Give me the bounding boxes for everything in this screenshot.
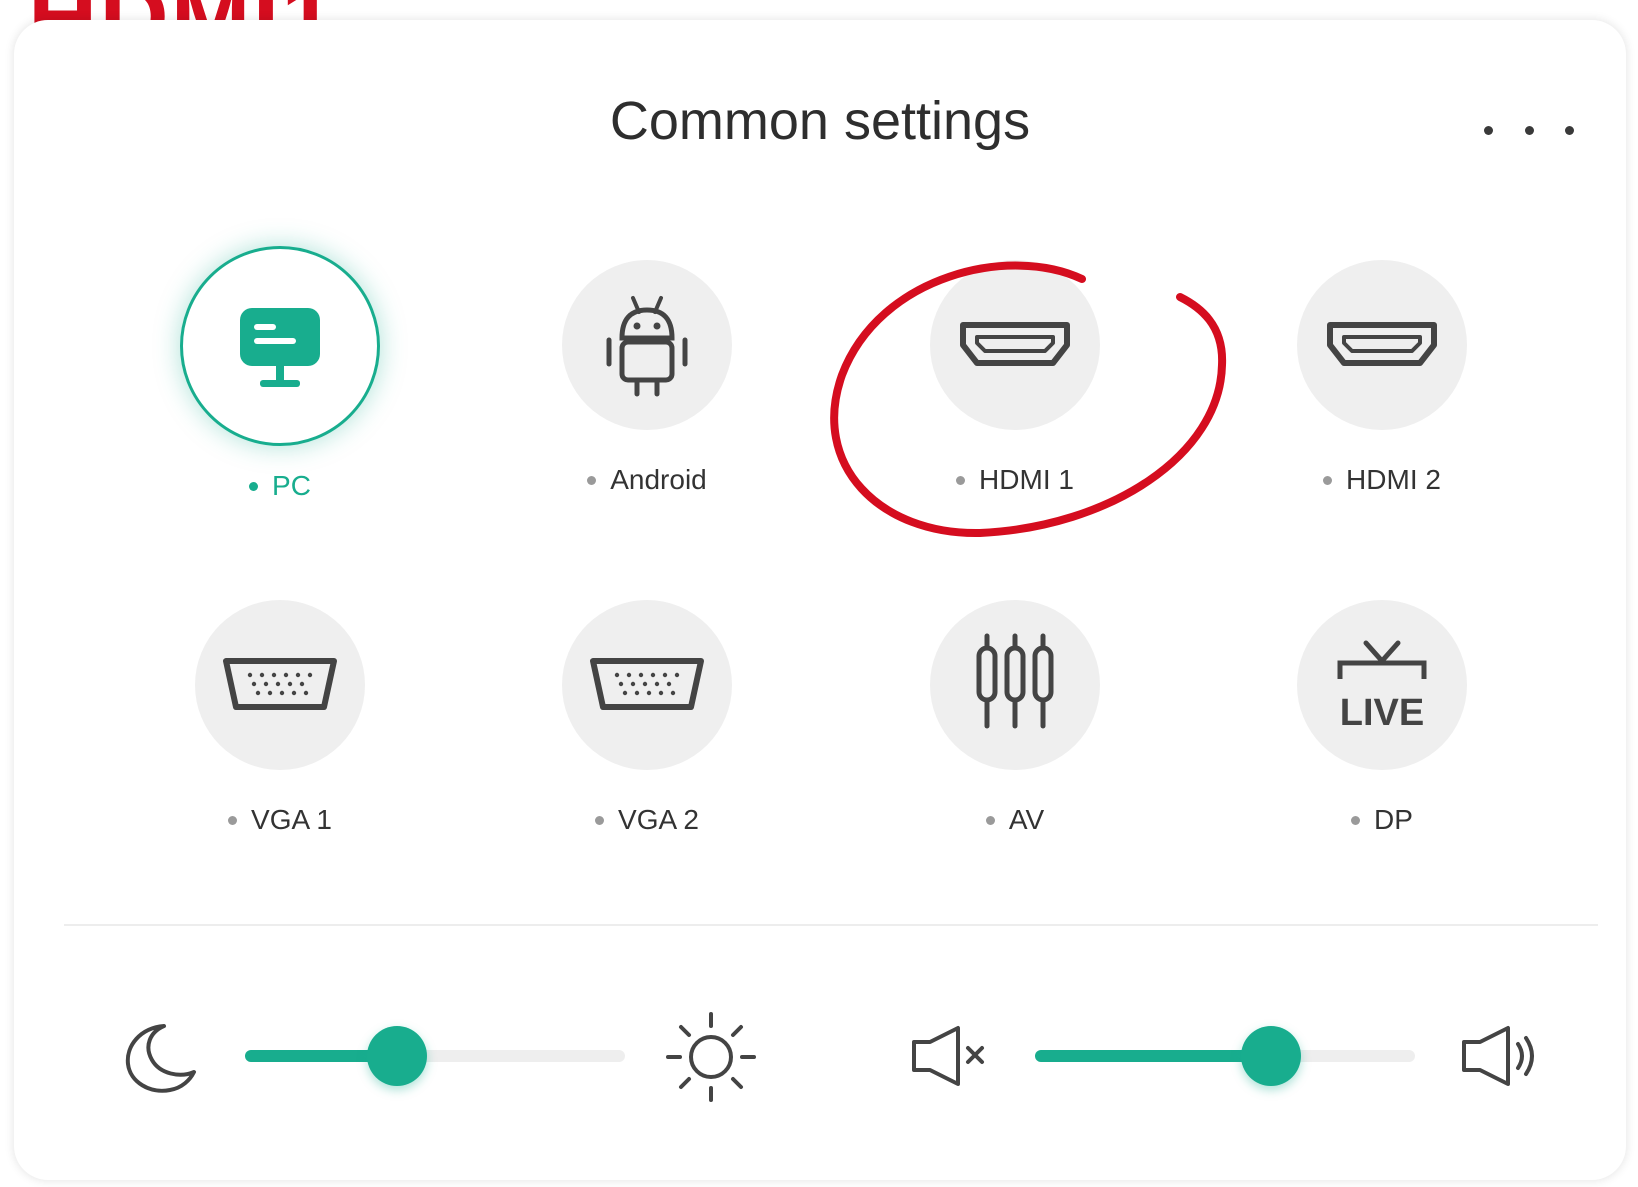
live-tv-icon: LIVE bbox=[1337, 640, 1427, 734]
source-label-text: Android bbox=[610, 464, 707, 495]
status-dot bbox=[956, 475, 966, 485]
vga-port-icon bbox=[223, 658, 337, 710]
av-connector-icon bbox=[976, 633, 1054, 729]
status-dot bbox=[1351, 815, 1361, 825]
source-av-label: AV bbox=[915, 804, 1115, 836]
status-dot bbox=[249, 481, 259, 491]
source-android[interactable]: Android bbox=[547, 260, 747, 496]
section-divider bbox=[64, 924, 1598, 926]
source-hdmi2[interactable]: HDMI 2 bbox=[1282, 260, 1482, 496]
status-dot bbox=[228, 815, 238, 825]
source-label-text: VGA 2 bbox=[618, 804, 699, 835]
source-av[interactable]: AV bbox=[915, 600, 1115, 836]
status-dot bbox=[1323, 475, 1333, 485]
source-label-text: DP bbox=[1374, 804, 1413, 835]
sun-icon bbox=[666, 1012, 756, 1102]
hdmi-port-icon bbox=[1327, 322, 1437, 366]
source-av-circle bbox=[930, 600, 1100, 770]
more-dot bbox=[1524, 125, 1534, 135]
volume-slider-fill bbox=[1035, 1050, 1271, 1062]
source-label-text: HDMI 1 bbox=[979, 464, 1074, 495]
brightness-slider-thumb[interactable] bbox=[367, 1026, 427, 1086]
source-pc-label: PC bbox=[180, 470, 380, 502]
brightness-slider[interactable] bbox=[245, 1026, 625, 1086]
source-vga1-label: VGA 1 bbox=[180, 804, 380, 836]
source-label-text: AV bbox=[1008, 804, 1045, 835]
source-vga1-circle bbox=[195, 600, 365, 770]
source-hdmi2-label: HDMI 2 bbox=[1282, 464, 1482, 496]
source-label-text: PC bbox=[272, 470, 311, 501]
more-options-button[interactable] bbox=[1484, 120, 1574, 140]
source-hdmi1-label: HDMI 1 bbox=[915, 464, 1115, 496]
more-dot bbox=[1565, 125, 1574, 135]
panel-title: Common settings bbox=[609, 91, 1031, 151]
status-dot bbox=[587, 475, 597, 485]
source-dp-label: DP bbox=[1282, 804, 1482, 836]
source-android-label: Android bbox=[547, 464, 747, 496]
source-vga1[interactable]: VGA 1 bbox=[180, 600, 380, 836]
more-dot bbox=[1484, 125, 1493, 135]
monitor-icon bbox=[240, 308, 320, 387]
source-hdmi2-circle bbox=[1297, 260, 1467, 430]
android-icon bbox=[606, 296, 688, 397]
vga-port-icon bbox=[590, 658, 704, 710]
source-label-text: HDMI 2 bbox=[1346, 464, 1441, 495]
source-dp-circle: LIVE bbox=[1297, 600, 1467, 770]
volume-icon bbox=[1462, 1026, 1534, 1086]
source-hdmi1-circle bbox=[930, 260, 1100, 430]
source-pc[interactable]: PC bbox=[180, 246, 380, 502]
volume-slider[interactable] bbox=[1035, 1026, 1415, 1086]
source-vga2[interactable]: VGA 2 bbox=[547, 600, 747, 836]
hdmi-port-icon bbox=[960, 322, 1070, 366]
status-dot bbox=[985, 815, 995, 825]
source-vga2-circle bbox=[562, 600, 732, 770]
source-vga2-label: VGA 2 bbox=[547, 804, 747, 836]
status-dot bbox=[595, 815, 605, 825]
source-pc-circle bbox=[180, 246, 380, 446]
volume-slider-thumb[interactable] bbox=[1240, 1026, 1301, 1086]
source-label-text: VGA 1 bbox=[251, 804, 332, 835]
mute-icon bbox=[912, 1026, 984, 1086]
source-dp[interactable]: LIVE DP bbox=[1282, 600, 1482, 836]
svg-text:LIVE: LIVE bbox=[1340, 692, 1424, 734]
moon-icon bbox=[125, 1024, 196, 1093]
source-android-circle bbox=[562, 260, 732, 430]
source-hdmi1[interactable]: HDMI 1 bbox=[915, 260, 1115, 496]
